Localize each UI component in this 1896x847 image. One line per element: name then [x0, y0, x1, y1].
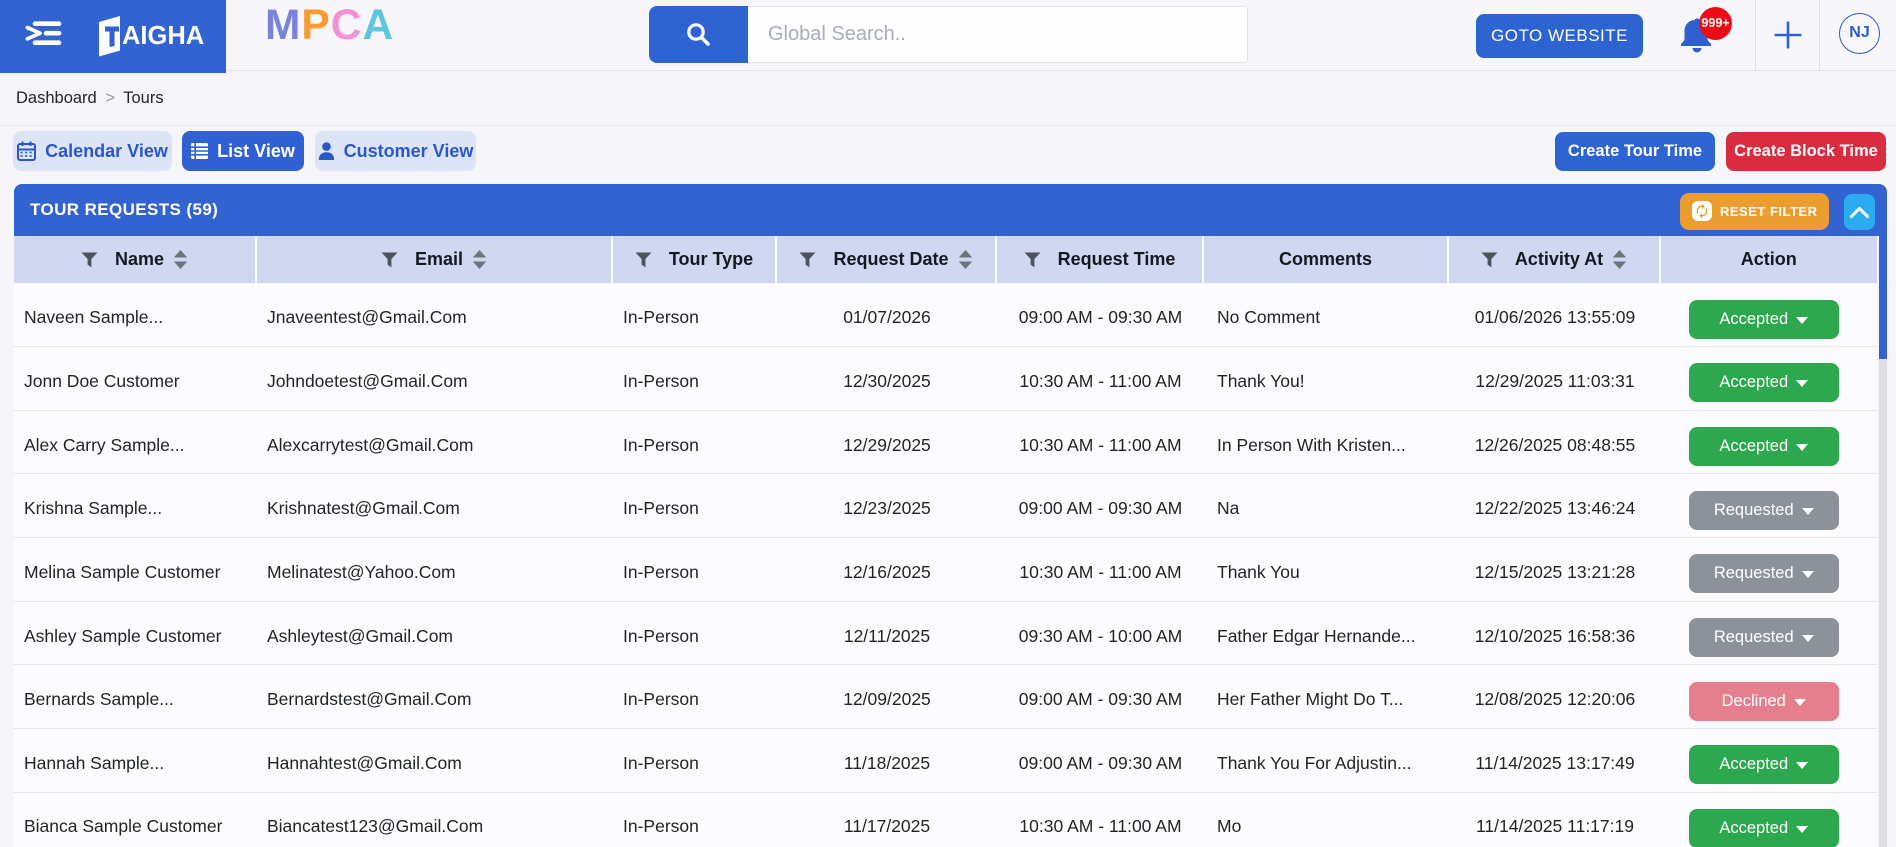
svg-text:AIGHA: AIGHA	[122, 22, 204, 50]
